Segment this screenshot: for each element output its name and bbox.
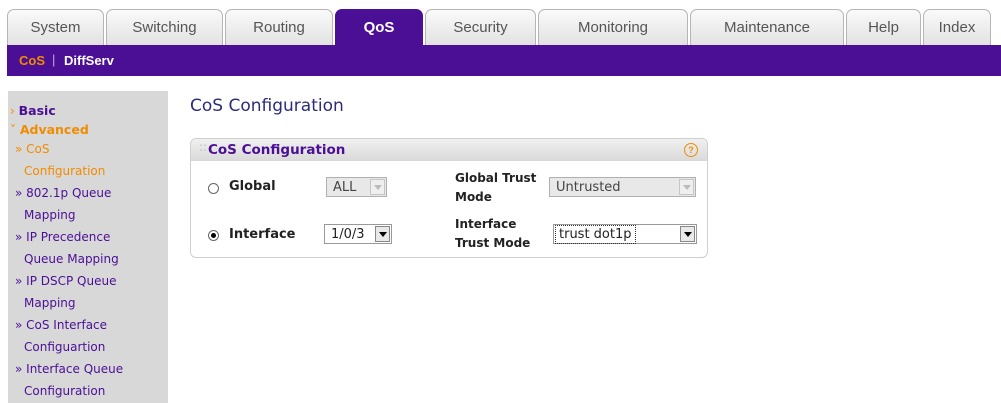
panel-title: CoS Configuration	[208, 142, 346, 158]
global-select-value: ALL	[333, 180, 357, 195]
sidebar-item-ip-precedence-cont[interactable]: Queue Mapping	[24, 252, 119, 266]
help-icon[interactable]: ?	[684, 143, 698, 157]
sidebar-item-label: Basic	[18, 103, 56, 118]
sidebar-item-8021p-queue-mapping-cont[interactable]: Mapping	[24, 208, 76, 222]
sidebar-item-cos-interface-cont[interactable]: Configuartion	[24, 340, 105, 354]
panel-header: :: CoS Configuration ?	[191, 139, 707, 161]
cos-configuration-panel: :: CoS Configuration ? Global ALL Global…	[190, 138, 708, 258]
sidebar-item-ip-precedence[interactable]: » IP Precedence	[15, 230, 110, 244]
sidebar-item-cos-configuration-cont[interactable]: Configuration	[24, 164, 105, 178]
sidebar-item-ip-dscp[interactable]: » IP DSCP Queue	[15, 274, 116, 288]
sidebar-item-cos-configuration[interactable]: » CoS	[15, 142, 50, 156]
chevron-down-icon	[679, 179, 694, 195]
sidebar-item-interface-queue[interactable]: » Interface Queue	[15, 362, 123, 376]
interface-select-value: 1/0/3	[331, 227, 365, 242]
top-navigation: System Switching Routing QoS Security Mo…	[0, 0, 1001, 45]
global-label: Global	[229, 179, 276, 194]
page-title: CoS Configuration	[190, 96, 344, 116]
interface-select[interactable]: 1/0/3	[324, 224, 392, 244]
sidebar: › Basic ˅ Advanced » CoS Configuration »…	[8, 91, 168, 403]
sidebar-item-advanced[interactable]: ˅ Advanced	[10, 122, 89, 137]
tab-monitoring[interactable]: Monitoring	[538, 9, 688, 45]
tab-qos[interactable]: QoS	[335, 9, 423, 45]
tab-routing[interactable]: Routing	[225, 9, 333, 45]
interface-trust-mode-select[interactable]: trust dot1p	[553, 224, 697, 244]
interface-radio[interactable]	[208, 230, 219, 241]
interface-trust-mode-value: trust dot1p	[555, 225, 636, 244]
subnav-cos[interactable]: CoS	[19, 53, 45, 68]
interface-trust-mode-label-line1: Interface	[455, 217, 517, 231]
tab-switching[interactable]: Switching	[106, 9, 223, 45]
global-trust-mode-value: Untrusted	[556, 180, 621, 195]
interface-trust-mode-label-line2: Trust Mode	[455, 236, 531, 250]
global-radio[interactable]	[208, 183, 219, 194]
subnav-diffserv[interactable]: DiffServ	[64, 53, 114, 68]
tab-index[interactable]: Index	[923, 9, 991, 45]
sub-navigation: CoS | DiffServ	[7, 45, 1001, 76]
tab-maintenance[interactable]: Maintenance	[690, 9, 844, 45]
global-trust-mode-label-line1: Global Trust	[455, 171, 537, 185]
interface-label: Interface	[229, 227, 296, 242]
global-trust-mode-select[interactable]: Untrusted	[549, 177, 696, 197]
drag-grip-icon: ::	[199, 140, 208, 154]
subnav-separator: |	[52, 52, 56, 67]
tab-help[interactable]: Help	[846, 9, 921, 45]
sidebar-item-8021p-queue-mapping[interactable]: » 802.1p Queue	[15, 186, 111, 200]
sidebar-item-label: Advanced	[19, 122, 89, 137]
chevron-right-icon: ›	[10, 104, 15, 118]
tab-system[interactable]: System	[7, 9, 104, 45]
tab-security[interactable]: Security	[425, 9, 536, 45]
chevron-down-icon: ˅	[10, 123, 16, 137]
chevron-down-icon	[370, 179, 385, 195]
sidebar-item-cos-interface[interactable]: » CoS Interface	[15, 318, 107, 332]
chevron-down-icon	[375, 226, 390, 242]
global-trust-mode-label-line2: Mode	[455, 190, 492, 204]
chevron-down-icon	[680, 226, 695, 242]
sidebar-item-ip-dscp-cont[interactable]: Mapping	[24, 296, 76, 310]
global-select[interactable]: ALL	[326, 177, 387, 197]
sidebar-item-interface-queue-cont[interactable]: Configuration	[24, 384, 105, 398]
sidebar-item-basic[interactable]: › Basic	[10, 103, 56, 118]
